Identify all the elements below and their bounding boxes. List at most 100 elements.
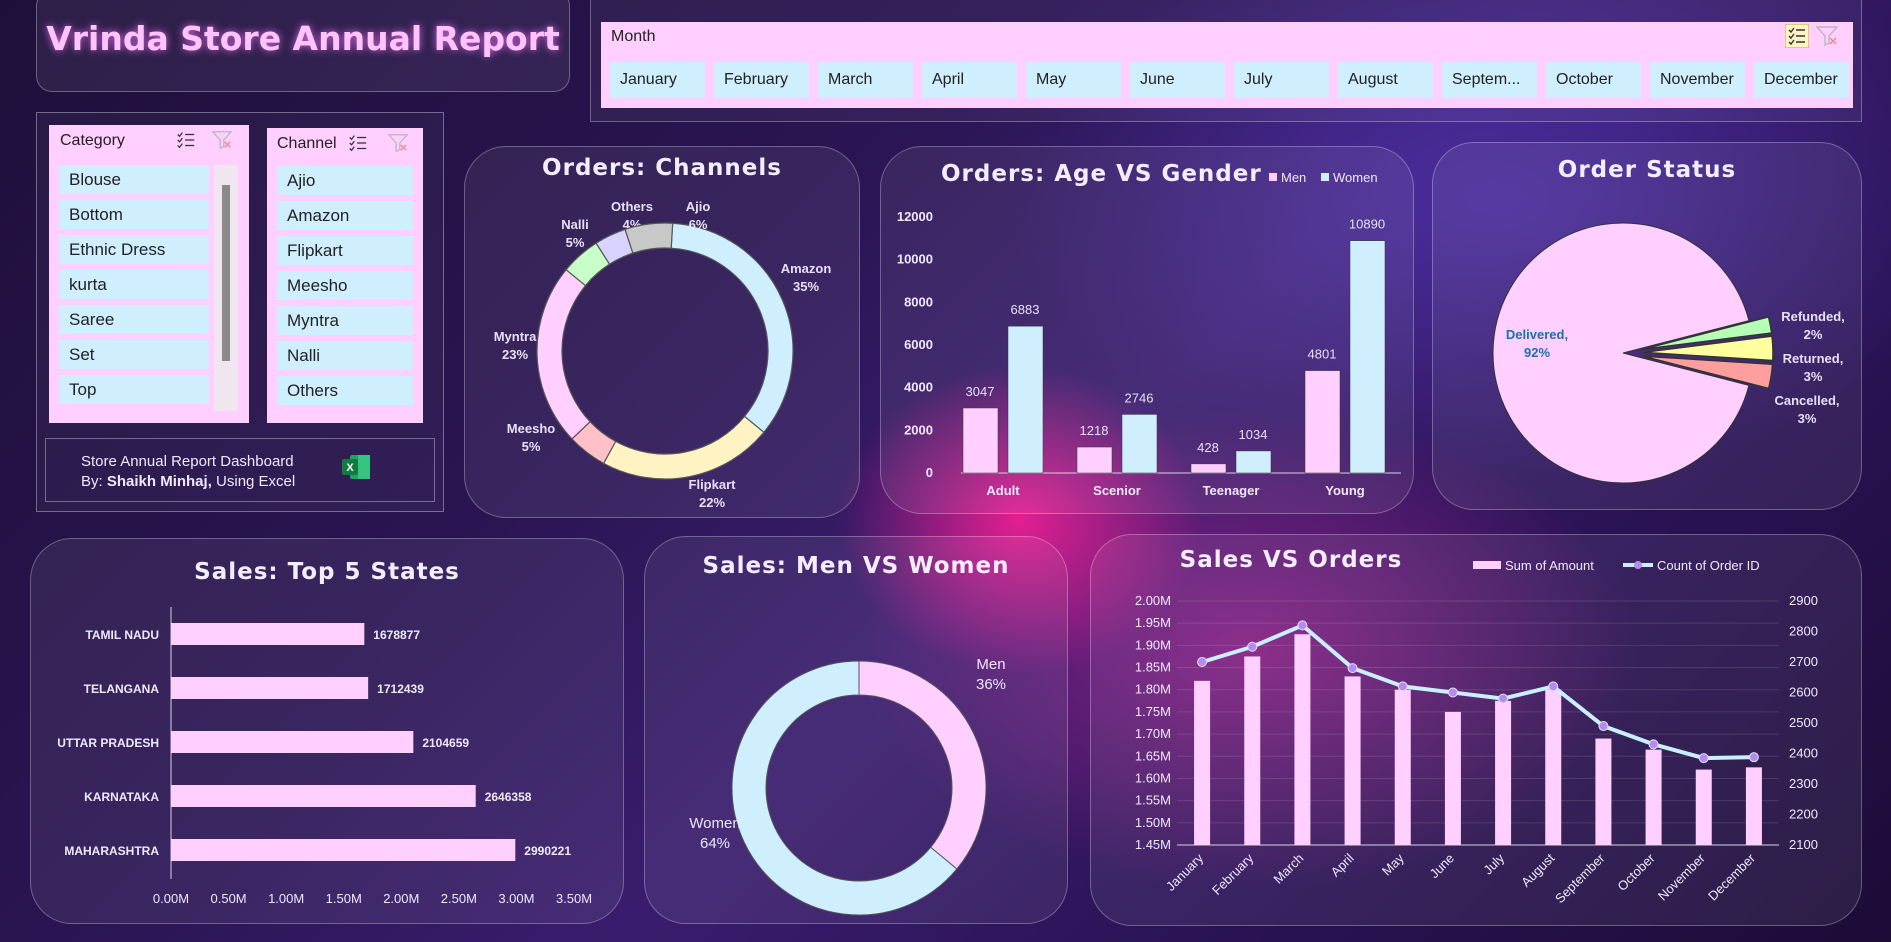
x-tick-label: May bbox=[1379, 850, 1407, 878]
bar-march bbox=[1294, 634, 1311, 845]
month-button-may[interactable]: May bbox=[1026, 62, 1121, 98]
bar-september bbox=[1595, 738, 1612, 845]
orders-channels-panel: Orders: Channels Amazon 35% Flipkart 22% Mee… bbox=[464, 146, 860, 518]
channel-button-myntra[interactable]: Myntra bbox=[277, 306, 413, 335]
slice-value-label: 23% bbox=[502, 347, 528, 362]
top-states-chart: TAMIL NADU 1678877 TELANGANA 1712439 UTTAR P… bbox=[57, 607, 592, 906]
category-button-set[interactable]: Set bbox=[59, 340, 209, 369]
bar-women-young bbox=[1349, 240, 1386, 474]
bar-value-label: 428 bbox=[1197, 440, 1219, 455]
y-tick-label: 8000 bbox=[904, 294, 933, 309]
month-button-november[interactable]: November bbox=[1650, 62, 1745, 98]
y2-tick-label: 2800 bbox=[1789, 624, 1818, 639]
y-tick-label: TELANGANA bbox=[84, 682, 160, 696]
y-tick-label: MAHARASHTRA bbox=[64, 844, 159, 858]
category-scrollbar[interactable] bbox=[214, 165, 238, 411]
slice-value-label: 36% bbox=[976, 676, 1006, 693]
y2-tick-label: 2500 bbox=[1789, 715, 1818, 730]
y-tick-label: 1.60M bbox=[1135, 770, 1171, 785]
x-tick-label: 2.00M bbox=[383, 891, 419, 906]
clear-filter-icon[interactable] bbox=[387, 132, 409, 154]
slice-value-label: 35% bbox=[793, 279, 819, 294]
category-slicer-label: Category bbox=[60, 132, 125, 149]
channel-button-others[interactable]: Others bbox=[277, 376, 413, 405]
slice-label: Men bbox=[976, 656, 1005, 673]
month-button-july[interactable]: July bbox=[1234, 62, 1329, 98]
bar-december bbox=[1745, 767, 1762, 845]
slice-value-label: 2% bbox=[1804, 327, 1823, 342]
men-women-chart: Men 36% Women 64% bbox=[689, 656, 1006, 916]
month-button-february[interactable]: February bbox=[714, 62, 809, 98]
line-point bbox=[1347, 663, 1358, 674]
month-slicer-panel: Month January February March April May June Ju… bbox=[590, 0, 1862, 122]
bar-women-adult bbox=[1007, 325, 1044, 474]
category-button-ethnic-dress[interactable]: Ethnic Dress bbox=[59, 235, 209, 264]
bar-men-scenior bbox=[1076, 446, 1113, 474]
y-tick-label: 2.00M bbox=[1135, 593, 1171, 608]
month-button-january[interactable]: January bbox=[610, 62, 705, 98]
multi-select-icon[interactable] bbox=[347, 132, 369, 154]
month-button-october[interactable]: October bbox=[1546, 62, 1641, 98]
y2-tick-label: 2600 bbox=[1789, 685, 1818, 700]
scrollbar-thumb[interactable] bbox=[222, 185, 230, 361]
x-tick-label: 0.00M bbox=[153, 891, 189, 906]
legend-swatch bbox=[1321, 173, 1329, 181]
clear-filter-icon[interactable] bbox=[211, 129, 233, 151]
bar-april bbox=[1344, 676, 1361, 845]
y-tick-label: 1.70M bbox=[1135, 726, 1171, 741]
y-tick-label: 1.85M bbox=[1135, 660, 1171, 675]
y-tick-label: UTTAR PRADESH bbox=[57, 736, 159, 750]
y2-tick-label: 2100 bbox=[1789, 837, 1818, 852]
channel-button-meesho[interactable]: Meesho bbox=[277, 271, 413, 300]
slice-amazon bbox=[670, 222, 794, 434]
channel-button-nalli[interactable]: Nalli bbox=[277, 341, 413, 370]
legend-label: Men bbox=[1281, 170, 1306, 185]
category-button-blouse[interactable]: Blouse bbox=[59, 165, 209, 194]
slice-label: Myntra bbox=[494, 329, 537, 344]
slice-label: Refunded, bbox=[1781, 309, 1845, 324]
slice-label: Cancelled, bbox=[1774, 393, 1839, 408]
x-tick-label: 3.00M bbox=[498, 891, 534, 906]
bar-october bbox=[1645, 749, 1662, 845]
month-button-december[interactable]: December bbox=[1754, 62, 1849, 98]
bar-november bbox=[1695, 769, 1712, 845]
channel-button-flipkart[interactable]: Flipkart bbox=[277, 236, 413, 265]
age-gender-chart: 0 2000 4000 6000 8000 10000 12000 3047 6883 Adult… bbox=[897, 170, 1401, 498]
category-button-top[interactable]: Top bbox=[59, 375, 209, 404]
legend-swatch-marker bbox=[1634, 561, 1642, 569]
bar-value-label: 2990221 bbox=[524, 844, 571, 858]
slice-label: Flipkart bbox=[689, 477, 737, 492]
category-button-saree[interactable]: Saree bbox=[59, 305, 209, 334]
legend-swatch bbox=[1473, 561, 1501, 569]
x-tick-label: August bbox=[1518, 850, 1557, 889]
bar-value-label: 6883 bbox=[1011, 302, 1040, 317]
y-tick-label: 1.95M bbox=[1135, 615, 1171, 630]
month-button-septem[interactable]: Septem... bbox=[1442, 62, 1537, 98]
month-button-june[interactable]: June bbox=[1130, 62, 1225, 98]
bar-women-scenior bbox=[1121, 414, 1158, 474]
month-button-april[interactable]: April bbox=[922, 62, 1017, 98]
excel-logo-icon: X bbox=[342, 455, 370, 479]
x-tick-label: March bbox=[1270, 851, 1306, 887]
bar-june bbox=[1444, 711, 1461, 845]
category-button-bottom[interactable]: Bottom bbox=[59, 200, 209, 229]
multi-select-icon[interactable] bbox=[1785, 24, 1809, 48]
channel-button-ajio[interactable]: Ajio bbox=[277, 166, 413, 195]
bar-maharashtra bbox=[171, 839, 516, 861]
x-tick-label: December bbox=[1705, 850, 1758, 903]
multi-select-icon[interactable] bbox=[175, 129, 197, 151]
x-tick-label: January bbox=[1163, 850, 1207, 894]
y2-tick-label: 2700 bbox=[1789, 654, 1818, 669]
month-button-march[interactable]: March bbox=[818, 62, 913, 98]
credit-line-2: By: Shaikh Minhaj, Using Excel bbox=[81, 473, 296, 490]
y-tick-label: 1.50M bbox=[1135, 815, 1171, 830]
line-point bbox=[1698, 753, 1709, 764]
month-button-august[interactable]: August bbox=[1338, 62, 1433, 98]
slice-label: Amazon bbox=[781, 261, 832, 276]
x-tick-label: October bbox=[1614, 850, 1658, 894]
title-box: Vrinda Store Annual Report bbox=[36, 0, 570, 92]
channel-button-amazon[interactable]: Amazon bbox=[277, 201, 413, 230]
category-button-kurta[interactable]: kurta bbox=[59, 270, 209, 299]
clear-filter-icon[interactable] bbox=[1815, 24, 1839, 48]
legend-label: Sum of Amount bbox=[1505, 558, 1594, 573]
